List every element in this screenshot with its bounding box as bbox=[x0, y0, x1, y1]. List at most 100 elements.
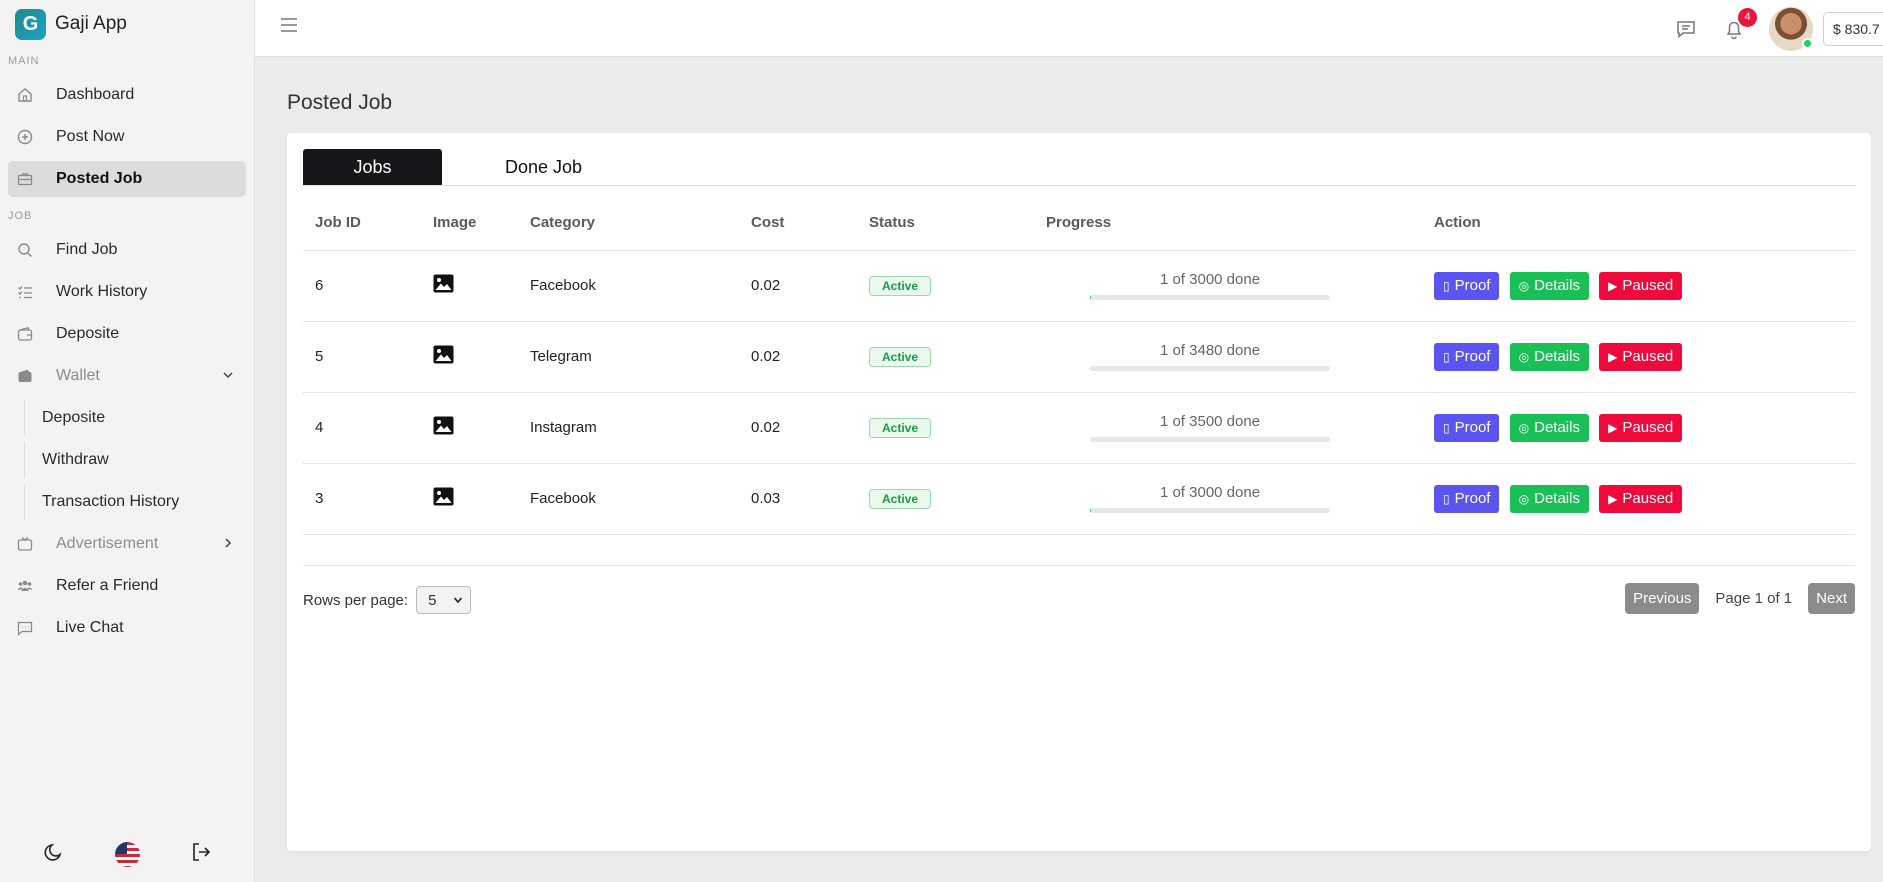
column-header-status[interactable]: Status bbox=[857, 196, 1034, 251]
column-header-progress[interactable]: Progress bbox=[1034, 196, 1422, 251]
sidebar-item-refer-a-friend[interactable]: Refer a Friend bbox=[8, 568, 246, 604]
column-header-cost[interactable]: Cost bbox=[739, 196, 857, 251]
column-header-action[interactable]: Action bbox=[1422, 196, 1855, 251]
job-category: Instagram bbox=[518, 392, 739, 464]
column-header-job-id[interactable]: Job ID bbox=[303, 196, 421, 251]
brand[interactable]: G Gaji App bbox=[0, 0, 254, 48]
app-name: Gaji App bbox=[55, 13, 127, 34]
section-label-main: MAIN bbox=[8, 55, 40, 67]
moon-icon[interactable] bbox=[43, 841, 65, 868]
job-id: 6 bbox=[303, 250, 421, 322]
image-icon bbox=[433, 345, 454, 364]
sidebar-subitem-withdraw[interactable]: Withdraw bbox=[24, 442, 246, 478]
sidebar-item-label: Posted Job bbox=[56, 170, 143, 187]
image-icon bbox=[433, 487, 454, 506]
details-button[interactable]: ◎ Details bbox=[1509, 271, 1589, 300]
progress-bar bbox=[1090, 295, 1330, 300]
paused-button[interactable]: ▶ Paused bbox=[1599, 413, 1683, 442]
sidebar-item-deposite[interactable]: Deposite bbox=[8, 316, 246, 352]
paused-button[interactable]: ▶ Paused bbox=[1599, 271, 1683, 300]
online-indicator bbox=[1802, 37, 1813, 49]
next-button[interactable]: Next bbox=[1808, 583, 1855, 614]
column-header-category[interactable]: Category bbox=[518, 196, 739, 251]
sidebar-subitem-transaction-history[interactable]: Transaction History bbox=[24, 484, 246, 520]
page-title: Posted Job bbox=[287, 91, 393, 114]
proof-button[interactable]: ▯ Proof bbox=[1434, 484, 1500, 513]
play-circle-icon: ▶ bbox=[1608, 278, 1618, 293]
bookmark-icon: ▯ bbox=[1443, 278, 1450, 293]
balance-display[interactable]: $ 830.7 bbox=[1823, 11, 1883, 46]
search-icon bbox=[16, 241, 34, 259]
progress-text: 1 of 3500 done bbox=[1159, 413, 1261, 430]
tab-jobs[interactable]: Jobs bbox=[303, 149, 442, 185]
sidebar-item-wallet[interactable]: Wallet bbox=[8, 358, 246, 394]
proof-button[interactable]: ▯ Proof bbox=[1434, 271, 1500, 300]
logout-icon[interactable] bbox=[190, 841, 212, 868]
sidebar-item-advertisement[interactable]: Advertisement bbox=[8, 526, 246, 562]
sidebar-item-label: Live Chat bbox=[56, 619, 124, 636]
us-flag-icon[interactable] bbox=[115, 842, 140, 867]
bell-icon[interactable]: 4 bbox=[1721, 7, 1757, 42]
messages-icon[interactable] bbox=[1673, 16, 1699, 42]
sidebar-item-dashboard[interactable]: Dashboard bbox=[8, 77, 246, 113]
progress-bar bbox=[1090, 437, 1330, 442]
image-icon bbox=[433, 416, 454, 435]
topbar-actions: 4 $ 830.7 bbox=[1673, 0, 1883, 57]
status-badge: Active bbox=[869, 488, 932, 509]
sidebar-item-live-chat[interactable]: Live Chat bbox=[8, 610, 246, 646]
sidebar-item-work-history[interactable]: Work History bbox=[8, 274, 246, 310]
progress-cell: 1 of 3480 done bbox=[1090, 342, 1330, 371]
menu-toggle-icon[interactable] bbox=[281, 18, 297, 32]
progress-text: 1 of 3000 done bbox=[1159, 271, 1261, 288]
sidebar-item-post-now[interactable]: Post Now bbox=[8, 119, 246, 155]
job-id: 5 bbox=[303, 321, 421, 393]
status-badge: Active bbox=[869, 275, 932, 296]
play-circle-icon: ▶ bbox=[1608, 349, 1618, 364]
briefcase-icon bbox=[16, 170, 34, 188]
table-footer-divider bbox=[303, 565, 1855, 566]
job-cost: 0.02 bbox=[739, 250, 857, 322]
status-badge: Active bbox=[869, 417, 932, 438]
details-button[interactable]: ◎ Details bbox=[1509, 413, 1589, 442]
play-circle-icon: ▶ bbox=[1608, 420, 1618, 435]
eye-scan-icon: ◎ bbox=[1518, 420, 1530, 435]
paused-button[interactable]: ▶ Paused bbox=[1599, 484, 1683, 513]
proof-button[interactable]: ▯ Proof bbox=[1434, 413, 1500, 442]
progress-bar bbox=[1090, 508, 1330, 513]
progress-cell: 1 of 3000 done bbox=[1090, 271, 1330, 300]
sidebar-subitem-deposite[interactable]: Deposite bbox=[24, 400, 246, 436]
sidebar: G Gaji App MAIN Dashboard Post Now Poste… bbox=[0, 0, 255, 882]
chevron-right-icon bbox=[222, 536, 234, 552]
table-row: 6 Facebook 0.02 Active 1 of 3000 done ▯ P… bbox=[303, 250, 1855, 322]
tab-bar: Jobs Done Job bbox=[303, 149, 1855, 186]
progress-text: 1 of 3480 done bbox=[1159, 342, 1261, 359]
sidebar-item-posted-job[interactable]: Posted Job bbox=[8, 161, 246, 197]
eye-scan-icon: ◎ bbox=[1518, 349, 1530, 364]
previous-button[interactable]: Previous bbox=[1625, 583, 1700, 614]
avatar[interactable] bbox=[1769, 6, 1813, 51]
progress-bar bbox=[1090, 366, 1330, 371]
job-cost: 0.02 bbox=[739, 321, 857, 393]
eye-scan-icon: ◎ bbox=[1518, 491, 1530, 506]
proof-button[interactable]: ▯ Proof bbox=[1434, 342, 1500, 371]
rows-per-page: Rows per page: 5 bbox=[303, 586, 472, 614]
column-header-image[interactable]: Image bbox=[421, 196, 518, 251]
tab-done-job[interactable]: Done Job bbox=[442, 149, 645, 185]
sidebar-item-label: Refer a Friend bbox=[56, 577, 159, 594]
details-button[interactable]: ◎ Details bbox=[1509, 484, 1589, 513]
job-cost: 0.03 bbox=[739, 463, 857, 535]
job-category: Facebook bbox=[518, 250, 739, 322]
plus-circle-icon bbox=[16, 128, 34, 146]
rows-per-page-select[interactable]: 5 bbox=[416, 586, 472, 614]
jobs-card: Jobs Done Job Job ID Image Category Cost… bbox=[287, 133, 1871, 851]
page-info: Page 1 of 1 bbox=[1715, 590, 1793, 607]
tv-icon bbox=[16, 535, 34, 553]
details-button[interactable]: ◎ Details bbox=[1509, 342, 1589, 371]
bookmark-icon: ▯ bbox=[1443, 491, 1450, 506]
sidebar-item-find-job[interactable]: Find Job bbox=[8, 232, 246, 268]
pagination: Previous Page 1 of 1 Next bbox=[1625, 583, 1855, 614]
sidebar-item-label: Deposite bbox=[56, 325, 120, 342]
section-label-job: JOB bbox=[8, 210, 33, 222]
paused-button[interactable]: ▶ Paused bbox=[1599, 342, 1683, 371]
status-badge: Active bbox=[869, 346, 932, 367]
